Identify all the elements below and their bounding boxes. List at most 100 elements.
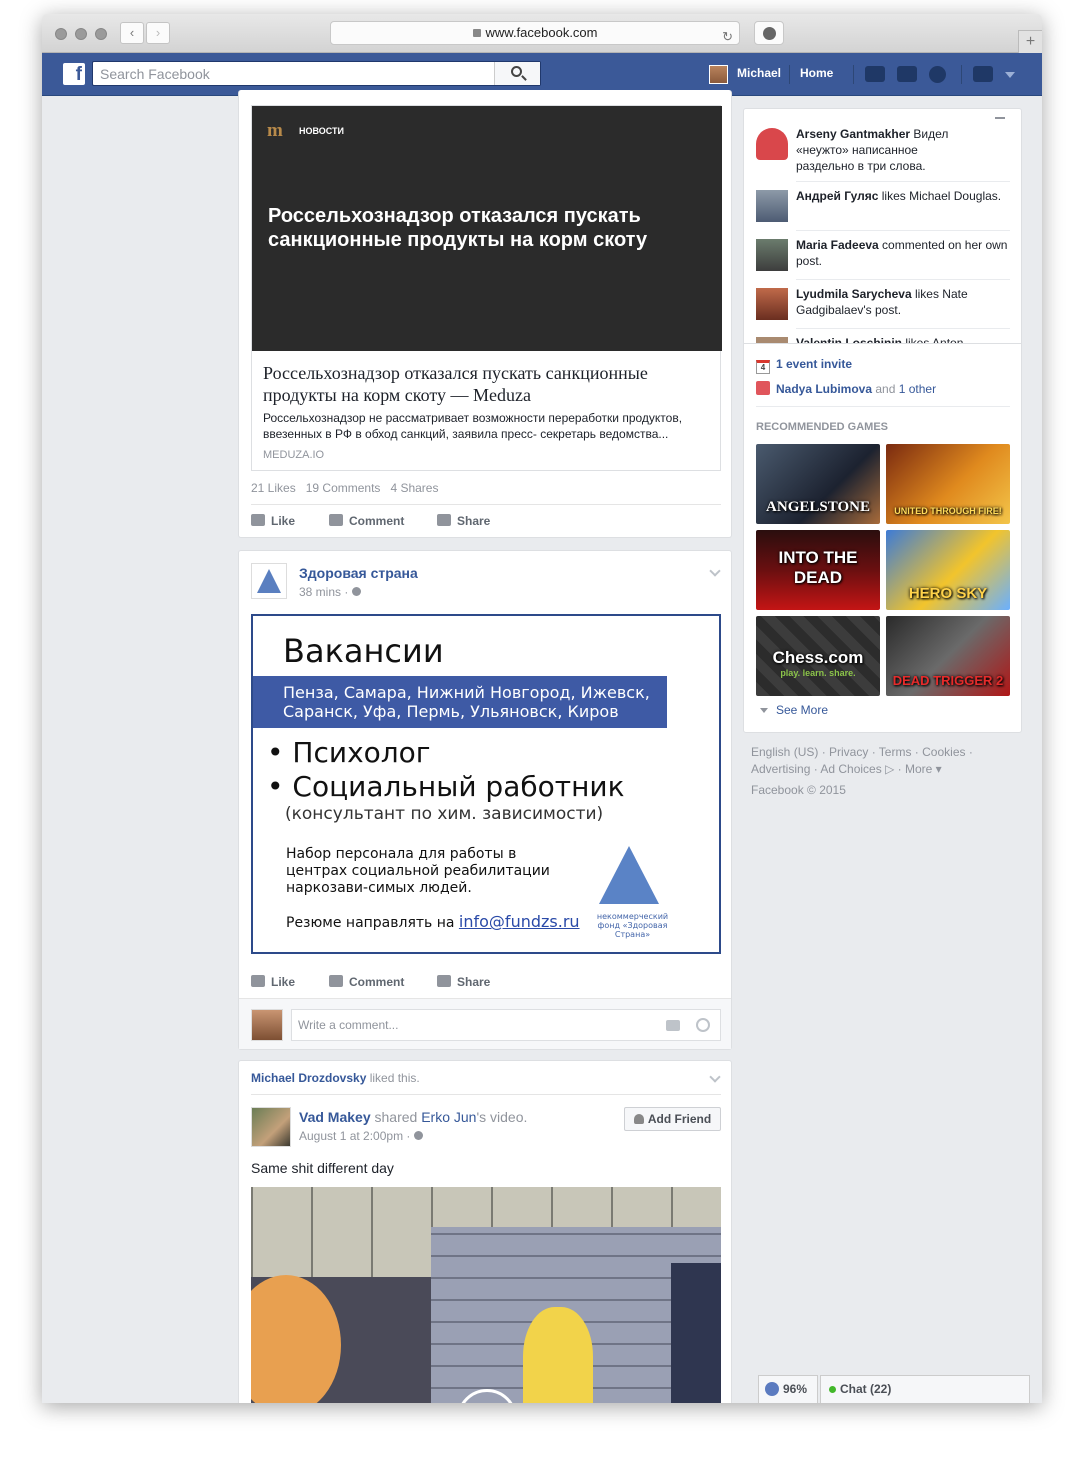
post-menu-chevron-icon[interactable] — [709, 565, 721, 577]
right-sidebar: Arseny Gantmakher Видел «неужто» написан… — [743, 108, 1022, 733]
post-menu-chevron-icon[interactable] — [709, 1071, 721, 1083]
calendar-icon: 4 — [756, 360, 770, 374]
liker-name[interactable]: Michael Drozdovsky — [251, 1071, 366, 1085]
globe-icon — [351, 587, 361, 596]
forward-button[interactable]: › — [146, 22, 170, 44]
article-image-headline: Россельхознадзор отказался пускать санкц… — [268, 205, 648, 251]
new-tab-button[interactable]: + — [1018, 30, 1042, 53]
add-friend-button[interactable]: Add Friend — [624, 1107, 721, 1131]
address-bar[interactable]: www.facebook.com ↻ — [330, 21, 740, 45]
nav-separator — [853, 65, 854, 84]
recommended-games-heading: RECOMMENDED GAMES — [756, 421, 889, 433]
footer-links-2[interactable]: Advertising · Ad Choices ▷ · More ▾ — [751, 761, 1011, 778]
video-character-center — [523, 1307, 593, 1403]
comment-button[interactable]: Comment — [329, 514, 404, 528]
footer-links[interactable]: English (US) · Privacy · Terms · Cookies… — [751, 744, 1011, 761]
game-hero-sky[interactable]: HERO SKY — [886, 530, 1010, 610]
browser-window: ‹ › www.facebook.com ↻ + f Michael Home — [42, 14, 1042, 1403]
gift-icon — [756, 381, 770, 395]
like-button[interactable]: Like — [251, 975, 295, 989]
divider — [756, 406, 1010, 407]
lock-icon — [472, 29, 481, 37]
ticker-avatar — [756, 190, 788, 222]
divider — [251, 1094, 721, 1095]
messages-icon[interactable] — [897, 66, 917, 82]
post-author[interactable]: Vad Makey — [299, 1109, 371, 1125]
search-input[interactable] — [93, 62, 493, 85]
globe-icon — [765, 1382, 779, 1396]
link-title[interactable]: Россельхознадзор отказался пускать санкц… — [263, 362, 713, 406]
post-zdorovaya-strana: Здоровая страна 38 mins · Вакансии Пенза… — [238, 550, 732, 1050]
comment-button[interactable]: Comment — [329, 975, 404, 989]
downloads-button[interactable] — [754, 21, 784, 45]
like-button[interactable]: Like — [251, 514, 295, 528]
account-menu-chevron-icon[interactable] — [1005, 72, 1015, 78]
vacancies-title: Вакансии — [283, 632, 444, 670]
profile-link[interactable]: Michael — [737, 66, 781, 80]
post-author[interactable]: Здоровая страна — [299, 565, 418, 581]
resume-line: Резюме направлять на info@fundzs.ru — [286, 912, 580, 931]
emoji-icon[interactable] — [696, 1018, 710, 1032]
divider — [796, 328, 1010, 329]
ticker: Arseny Gantmakher Видел «неужто» написан… — [744, 109, 1021, 344]
birthdays[interactable]: Nadya Lubimova and 1 other — [756, 381, 936, 396]
likes-count[interactable]: 21 Likes — [251, 481, 296, 495]
ticker-item[interactable]: Lyudmila Sarycheva likes Nate Gadgibalae… — [756, 286, 1010, 320]
post-time[interactable]: August 1 at 2:00pm · — [299, 1129, 423, 1143]
game-into-the-dead[interactable]: INTO THE DEAD — [756, 530, 880, 610]
game-angelstone[interactable]: ANGELSTONE — [756, 444, 880, 524]
author-avatar[interactable] — [251, 1107, 291, 1147]
facebook-logo[interactable]: f — [63, 63, 85, 85]
share-icon — [437, 975, 451, 987]
event-invites[interactable]: 41 event invite — [756, 357, 852, 374]
camera-icon[interactable] — [666, 1020, 680, 1031]
ticker-item[interactable]: Андрей Гуляс likes Michael Douglas. — [756, 188, 1010, 222]
ticker-item[interactable]: Valentin Loschinin likes Anton — [756, 335, 1010, 343]
divider — [251, 504, 721, 505]
network-status[interactable]: 96% — [758, 1375, 818, 1403]
game-dead-trigger-2[interactable]: DEAD TRIGGER 2 — [886, 616, 1010, 696]
job-social-worker: • Социальный работник — [267, 770, 625, 803]
share-button[interactable]: Share — [437, 975, 490, 989]
meduza-logo: m — [267, 120, 283, 141]
nav-separator — [789, 65, 790, 84]
post-stats: 21 Likes 19 Comments 4 Shares — [251, 481, 438, 495]
home-link[interactable]: Home — [800, 66, 833, 80]
chevron-down-icon — [760, 708, 768, 713]
post-text: Same shit different day — [251, 1160, 394, 1176]
story-header: Michael Drozdovsky liked this. — [251, 1071, 420, 1085]
video-character-right — [671, 1263, 721, 1403]
game-united-through-fire[interactable]: UNITED THROUGH FIRE! — [886, 444, 1010, 524]
post-image[interactable]: Вакансии Пенза, Самара, Нижний Новгород,… — [251, 614, 721, 954]
fund-logo-icon — [599, 846, 659, 904]
source-name[interactable]: Erko Jun — [421, 1109, 476, 1125]
shares-count[interactable]: 4 Shares — [390, 481, 438, 495]
download-icon — [763, 27, 776, 40]
post-time[interactable]: 38 mins · — [299, 585, 361, 599]
link-domain: MEDUZA.IO — [263, 449, 325, 461]
back-button[interactable]: ‹ — [120, 22, 144, 44]
ticker-item[interactable]: Maria Fadeeva commented on her own post. — [756, 237, 1010, 271]
ticker-item[interactable]: Arseny Gantmakher Видел «неужто» написан… — [756, 126, 1010, 174]
comment-input[interactable]: Write a comment... — [291, 1009, 721, 1041]
email-link[interactable]: info@fundzs.ru — [459, 912, 580, 931]
page-avatar[interactable] — [251, 563, 287, 599]
chat-button[interactable]: Chat (22) — [820, 1375, 1030, 1403]
friend-requests-icon[interactable] — [865, 66, 885, 82]
search-button[interactable] — [494, 62, 540, 85]
share-button[interactable]: Share — [437, 514, 490, 528]
see-more-link[interactable]: See More — [760, 703, 828, 717]
link-preview[interactable]: m НОВОСТИ Россельхознадзор отказался пус… — [251, 105, 722, 471]
game-chess-com[interactable]: Chess.com play. learn. share. — [756, 616, 880, 696]
user-avatar[interactable] — [709, 65, 728, 84]
reload-icon[interactable]: ↻ — [722, 26, 733, 48]
divider — [796, 230, 1010, 231]
privacy-shortcuts-icon[interactable] — [973, 66, 993, 82]
video-player[interactable] — [251, 1187, 721, 1403]
close-window-button[interactable] — [55, 28, 67, 40]
comments-count[interactable]: 19 Comments — [306, 481, 381, 495]
minimize-window-button[interactable] — [75, 28, 87, 40]
search-box — [92, 61, 541, 86]
zoom-window-button[interactable] — [95, 28, 107, 40]
notifications-globe-icon[interactable] — [929, 66, 946, 83]
